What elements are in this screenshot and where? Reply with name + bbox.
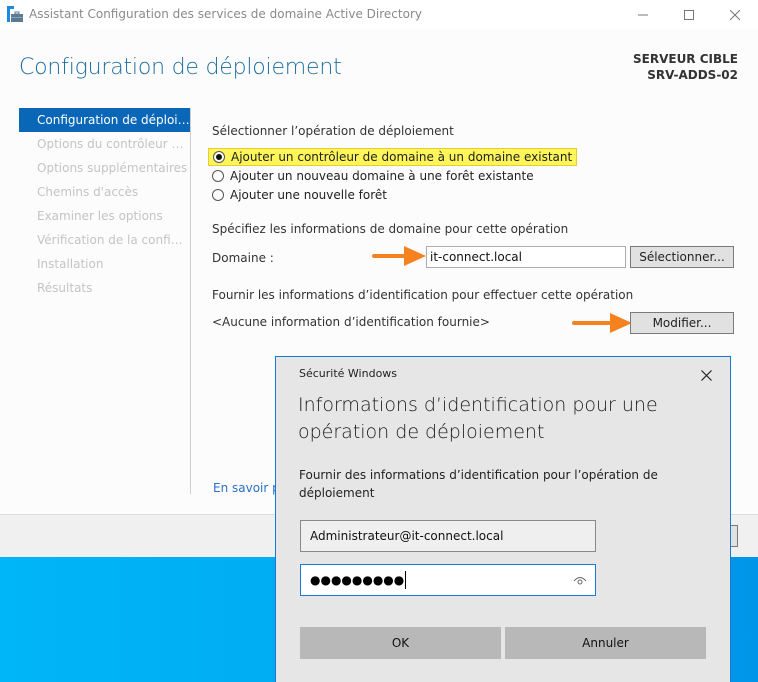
sidebar-item-paths: Chemins d'accès: [37, 185, 139, 199]
annotation-arrow-icon: [372, 246, 426, 266]
radio-add-dc-existing-domain[interactable]: Ajouter un contrôleur de domaine à un do…: [208, 148, 578, 166]
maximize-button[interactable]: [666, 0, 712, 30]
ad-wizard-icon: [7, 6, 23, 22]
target-server-label: SERVEUR CIBLE: [633, 52, 738, 66]
username-field[interactable]: Administrateur@it-connect.local: [300, 520, 596, 552]
dialog-title: Informations d’identification pour une o…: [298, 394, 658, 443]
modify-credentials-button[interactable]: Modifier...: [630, 312, 734, 334]
close-icon: [700, 369, 712, 381]
radio-button[interactable]: [212, 170, 224, 182]
sidebar-item-dc-options: Options du contrôleur de domaine: [37, 137, 190, 151]
target-server-name: SRV-ADDS-02: [647, 68, 738, 82]
dialog-caption: Sécurité Windows: [299, 367, 398, 380]
sidebar-item-additional-options: Options supplémentaires: [37, 161, 188, 175]
domain-label: Domaine :: [212, 251, 274, 265]
page-title: Configuration de déploiement: [19, 55, 342, 80]
sidebar-item-prerequisites-check: Vérification de la configuration requise: [37, 233, 190, 247]
maximize-icon: [684, 10, 694, 20]
password-field[interactable]: ●●●●●●●●●: [300, 564, 596, 596]
dialog-description: Fournir des informations d’identificatio…: [299, 468, 658, 500]
window-title: Assistant Configuration des services de …: [29, 7, 422, 21]
minimize-icon: [638, 14, 648, 16]
credentials-heading: Fournir les informations d’identificatio…: [212, 288, 634, 302]
close-icon: [730, 10, 740, 20]
dialog-close-button[interactable]: [696, 365, 716, 385]
sidebar-item-deployment-config[interactable]: Configuration de déploiement: [19, 108, 190, 132]
radio-button-checked[interactable]: [213, 151, 225, 163]
radio-label: Ajouter un nouveau domaine à une forêt e…: [230, 169, 534, 183]
sidebar-item-review-options: Examiner les options: [37, 209, 163, 223]
annotation-arrow-icon: [572, 313, 632, 333]
minimize-button[interactable]: [620, 0, 666, 30]
domain-heading: Spécifiez les informations de domaine po…: [212, 222, 569, 236]
domain-input[interactable]: [426, 246, 626, 268]
radio-add-domain-existing-forest[interactable]: Ajouter un nouveau domaine à une forêt e…: [208, 167, 538, 185]
title-bar: Assistant Configuration des services de …: [0, 0, 758, 30]
reveal-password-icon[interactable]: [573, 574, 587, 586]
cancel-button[interactable]: Annuler: [505, 627, 706, 659]
credentials-dialog: Sécurité Windows Informations d’identifi…: [275, 356, 731, 682]
close-button[interactable]: [712, 0, 758, 30]
select-domain-button[interactable]: Sélectionner...: [630, 246, 734, 268]
radio-label: Ajouter un contrôleur de domaine à un do…: [231, 150, 573, 164]
ok-button[interactable]: OK: [300, 627, 501, 659]
radio-add-new-forest[interactable]: Ajouter une nouvelle forêt: [208, 186, 391, 204]
sidebar-divider: [190, 108, 191, 494]
sidebar-item-installation: Installation: [37, 257, 104, 271]
operation-heading: Sélectionner l’opération de déploiement: [212, 124, 454, 138]
wizard-steps: Configuration de déploiement Options du …: [19, 108, 190, 300]
password-value: ●●●●●●●●●: [310, 573, 405, 587]
credentials-status: <Aucune information d’identification fou…: [212, 315, 490, 329]
radio-button[interactable]: [212, 189, 224, 201]
text-caret: [405, 571, 407, 589]
sidebar-item-results: Résultats: [37, 281, 93, 295]
radio-label: Ajouter une nouvelle forêt: [230, 188, 387, 202]
